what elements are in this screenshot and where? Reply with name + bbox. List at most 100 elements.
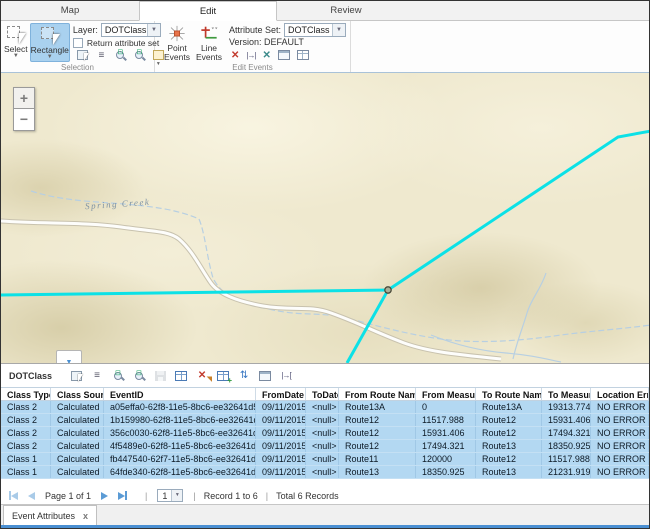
column-header[interactable]: From Measure — [416, 388, 476, 400]
table-cell[interactable]: NO ERROR — [591, 466, 649, 478]
table-cell[interactable]: 09/11/2015 — [256, 453, 306, 465]
add-records-icon[interactable]: + — [213, 368, 233, 384]
table-cell[interactable]: Calculated — [51, 440, 104, 452]
select-tool-button[interactable]: Select ▼ — [4, 23, 28, 62]
table-row[interactable]: Class 1Calculatedfb447540-62f7-11e5-8bc6… — [1, 453, 649, 466]
table-cell[interactable]: 18350.925 — [542, 440, 591, 452]
column-header[interactable]: Class Source — [51, 388, 104, 400]
table-cell[interactable]: <null> — [306, 401, 339, 413]
table-cell[interactable]: 356c0030-62f8-11e5-8bc6-ee32641d5ec9 — [104, 427, 256, 439]
table-cell[interactable]: Route13 — [339, 466, 416, 478]
table-cell[interactable]: <null> — [306, 427, 339, 439]
pan-to-selection-icon[interactable]: ⊡ — [132, 48, 147, 62]
select-features-icon[interactable] — [66, 368, 86, 384]
table-cell[interactable]: 09/11/2015 — [256, 414, 306, 426]
table-cell[interactable]: Route12 — [476, 453, 542, 465]
rectangle-tool-button[interactable]: Rectangle ▼ — [30, 23, 70, 62]
zoom-out-button[interactable]: − — [13, 109, 35, 131]
zoom-to-selection-icon[interactable]: ⊡ — [108, 368, 128, 384]
table-cell[interactable]: Calculated — [51, 453, 104, 465]
table-cell[interactable]: Route13A — [339, 401, 416, 413]
attribute-set-combobox[interactable]: DOTClass ▼ — [284, 23, 346, 37]
table-cell[interactable]: Route13 — [476, 466, 542, 478]
column-header[interactable]: FromDate — [256, 388, 306, 400]
table-cell[interactable]: Route12 — [339, 440, 416, 452]
tab-map[interactable]: Map — [1, 1, 139, 20]
first-page-icon[interactable] — [9, 491, 18, 500]
split-event-icon[interactable]: ✕ — [231, 50, 239, 61]
table-cell[interactable]: 17494.321 — [416, 440, 476, 452]
panel-collapse-button[interactable]: ▼ — [56, 350, 82, 363]
delete-selected-icon[interactable]: ✕◥ — [192, 368, 212, 384]
rectangle-tool-caret-icon[interactable]: ▼ — [47, 55, 53, 60]
table-row[interactable]: Class 2Calculated356c0030-62f8-11e5-8bc6… — [1, 427, 649, 440]
zoom-to-selection-icon[interactable]: ⊡ — [113, 48, 128, 62]
set-measures-icon[interactable]: |→| — [246, 51, 255, 60]
close-tab-icon[interactable]: x — [83, 511, 88, 521]
select-features-icon[interactable] — [75, 48, 90, 62]
table-cell[interactable]: <null> — [306, 414, 339, 426]
table-cell[interactable]: Class 2 — [1, 401, 51, 413]
event-attributes-tab[interactable]: Event Attributes x — [3, 505, 97, 525]
table-cell[interactable]: 09/11/2015 — [256, 440, 306, 452]
table-cell[interactable]: <null> — [306, 466, 339, 478]
column-header[interactable]: To Route Name — [476, 388, 542, 400]
table-cell[interactable]: Calculated — [51, 466, 104, 478]
zoom-in-button[interactable]: + — [13, 87, 35, 109]
table-cell[interactable]: Calculated — [51, 401, 104, 413]
column-header[interactable]: From Route Name — [339, 388, 416, 400]
table-cell[interactable]: NO ERROR — [591, 401, 649, 413]
table-cell[interactable]: Route12 — [476, 414, 542, 426]
table-cell[interactable]: 19313.774 — [542, 401, 591, 413]
column-header[interactable]: Class Type — [1, 388, 51, 400]
table-cell[interactable]: 11517.988 — [542, 453, 591, 465]
table-cell[interactable]: 17494.321 — [542, 427, 591, 439]
table-cell[interactable]: Route13 — [476, 440, 542, 452]
return-attribute-set-checkbox[interactable] — [73, 38, 83, 48]
point-events-button[interactable]: Point Events — [161, 23, 193, 62]
table-cell[interactable]: Class 2 — [1, 440, 51, 452]
page-number-combobox[interactable]: 1 ▼ — [157, 489, 183, 502]
table-cell[interactable]: Calculated — [51, 427, 104, 439]
page-number-dropdown-icon[interactable]: ▼ — [171, 490, 182, 501]
route-event-west[interactable] — [1, 290, 388, 295]
table-row[interactable]: Class 1Calculated64fde340-62f8-11e5-8bc6… — [1, 466, 649, 479]
table-cell[interactable]: 120000 — [416, 453, 476, 465]
route-event-northeast[interactable] — [388, 131, 649, 290]
attribute-table-icon[interactable] — [297, 50, 309, 60]
table-cell[interactable]: Class 1 — [1, 453, 51, 465]
table-cell[interactable]: NO ERROR — [591, 414, 649, 426]
column-header[interactable]: Location Error — [591, 388, 649, 400]
open-table-icon[interactable] — [171, 368, 191, 384]
map-view[interactable]: Spring Creek + − ▼ — [1, 73, 649, 363]
tab-review[interactable]: Review — [277, 1, 415, 20]
table-cell[interactable]: 1b159980-62f8-11e5-8bc6-ee32641d5ec9 — [104, 414, 256, 426]
table-row[interactable]: Class 2Calculated1b159980-62f8-11e5-8bc6… — [1, 414, 649, 427]
line-events-button[interactable]: Line Events — [193, 23, 225, 62]
attribute-set-dropdown-icon[interactable]: ▼ — [332, 24, 345, 36]
table-cell[interactable]: 09/11/2015 — [256, 427, 306, 439]
table-cell[interactable]: 09/11/2015 — [256, 401, 306, 413]
table-cell[interactable]: Route12 — [339, 427, 416, 439]
table-cell[interactable]: Route12 — [339, 414, 416, 426]
table-cell[interactable]: 09/11/2015 — [256, 466, 306, 478]
table-cell[interactable]: NO ERROR — [591, 440, 649, 452]
table-cell[interactable]: fb447540-62f7-11e5-8bc6-ee32641d5ec9 — [104, 453, 256, 465]
table-cell[interactable]: Class 2 — [1, 427, 51, 439]
selection-list-icon[interactable]: ≡ — [94, 48, 109, 62]
column-header[interactable]: To Measure — [542, 388, 591, 400]
table-cell[interactable]: Route11 — [339, 453, 416, 465]
select-tool-caret-icon[interactable]: ▼ — [13, 54, 19, 59]
measures-icon[interactable]: |→[ — [276, 368, 296, 384]
last-page-icon[interactable] — [118, 491, 127, 500]
save-icon[interactable] — [150, 368, 170, 384]
table-cell[interactable]: 4f5489e0-62f8-11e5-8bc6-ee32641d5ec9 — [104, 440, 256, 452]
table-cell[interactable]: Class 1 — [1, 466, 51, 478]
pan-to-selection-icon[interactable]: ⊡ — [129, 368, 149, 384]
previous-page-icon[interactable] — [28, 492, 35, 500]
table-cell[interactable]: 15931.406 — [542, 414, 591, 426]
table-cell[interactable]: Route12 — [476, 427, 542, 439]
table-cell[interactable]: NO ERROR — [591, 427, 649, 439]
table-row[interactable]: Class 2Calculated4f5489e0-62f8-11e5-8bc6… — [1, 440, 649, 453]
table-cell[interactable]: Class 2 — [1, 414, 51, 426]
